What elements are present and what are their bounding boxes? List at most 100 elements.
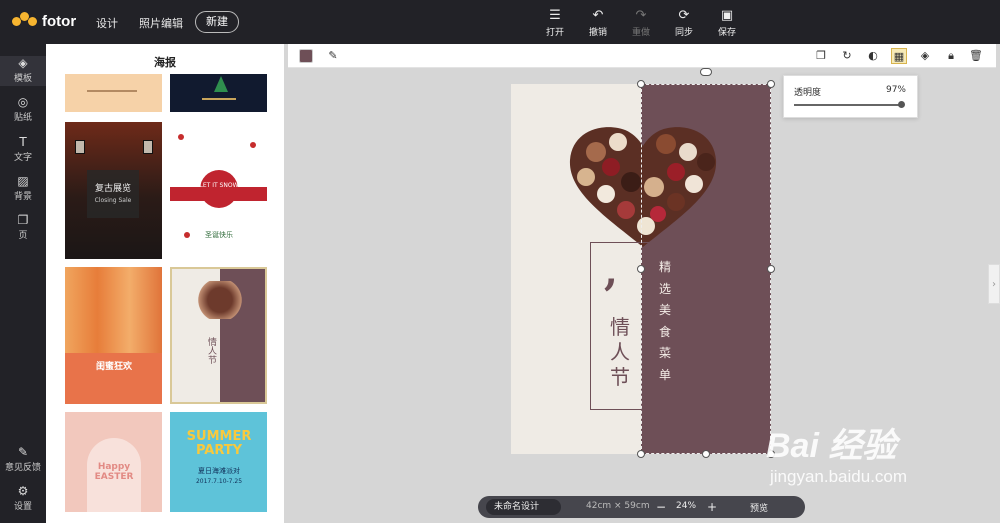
tree-icon <box>214 76 228 92</box>
chevron-right-icon[interactable]: › <box>988 264 1000 304</box>
berry-decor <box>250 142 256 148</box>
copy-icon[interactable]: ❐ <box>813 48 829 64</box>
template-title: Happy EASTER <box>94 462 134 482</box>
template-subtitle: Closing Sale <box>94 197 132 204</box>
title-char: 人 <box>610 340 630 364</box>
watermark-main: Bai 经验 <box>766 427 897 465</box>
undo-icon: ↶ <box>592 8 604 23</box>
nav-background[interactable]: ▨ 背景 <box>0 174 46 202</box>
fotor-logo[interactable]: fotor <box>12 12 76 30</box>
chocolate-heart-image <box>196 281 244 319</box>
opacity-label: 透明度 <box>794 88 822 98</box>
logo-mark-icon <box>12 12 38 30</box>
template-subtitle: 圣诞快乐 <box>205 231 233 239</box>
text-icon: T <box>19 135 27 149</box>
panel-title: 海报 <box>154 56 176 69</box>
pen-icon[interactable]: ✎ <box>325 48 341 64</box>
nav-templates-label: 模板 <box>13 74 32 84</box>
open-button[interactable]: ☰ 打开 <box>537 9 573 39</box>
layers-icon: ◈ <box>18 56 28 70</box>
resize-handle-right[interactable] <box>767 265 775 273</box>
quote-mark[interactable]: , <box>604 252 618 292</box>
sync-button[interactable]: ⟳ 同步 <box>666 8 702 39</box>
canvas-size: 42cm × 59cm <box>586 501 650 511</box>
template-title: 情人节 <box>206 337 216 364</box>
canvas-toolbar: ✎ ❐ ↻ ◐ ▦ ◈ 🔒︎ 🗑︎ <box>288 44 996 68</box>
template-subtitle: 夏日海滩派对 <box>198 467 240 475</box>
nav-settings[interactable]: ⚙ 设置 <box>0 484 46 512</box>
logo-text: fotor <box>42 12 77 30</box>
new-button[interactable]: 新建 <box>195 11 239 33</box>
template-snow[interactable]: LET IT SNOW 圣诞快乐 <box>170 122 267 259</box>
opacity-slider-fill <box>794 104 901 106</box>
design-name-field[interactable]: 未命名设计 <box>486 499 561 515</box>
template-title: SUMMER PARTY <box>186 429 252 458</box>
template-christmas-dark[interactable] <box>170 74 267 112</box>
nav-stickers[interactable]: ◎ 贴纸 <box>0 95 46 123</box>
valentine-title[interactable]: 情 人 节 <box>606 315 634 390</box>
template-clothing[interactable]: 闺蜜狂欢 <box>65 267 162 404</box>
resize-handle-bottom[interactable] <box>702 450 710 458</box>
berry-decor <box>178 134 184 140</box>
template-easter[interactable]: Happy EASTER <box>65 412 162 512</box>
nav-page[interactable]: ❐ 页 <box>0 213 46 241</box>
save-icon: ▣ <box>720 8 734 23</box>
undo-button[interactable]: ↶ 撤销 <box>580 8 616 39</box>
template-title: 复古展览 <box>94 184 131 194</box>
template-beige[interactable] <box>65 74 162 112</box>
redo-icon: ↷ <box>635 8 647 23</box>
caption-box <box>87 170 139 218</box>
sync-label: 同步 <box>674 28 693 38</box>
nav-design[interactable]: 设计 <box>96 15 118 31</box>
left-nav: ◈ 模板 ◎ 贴纸 T 文字 ▨ 背景 ❐ 页 ✎ 意见反馈 ⚙ 设置 <box>0 44 46 523</box>
top-bar: fotor 设计 照片编辑 新建 ☰ 打开 ↶ 撤销 ↷ 重做 ⟳ 同步 ▣ 保… <box>0 0 1000 44</box>
resize-handle-bottom-left[interactable] <box>637 450 645 458</box>
sticker-icon: ◎ <box>17 95 29 109</box>
nav-feedback[interactable]: ✎ 意见反馈 <box>0 445 46 473</box>
transparency-icon[interactable]: ▦ <box>891 48 907 64</box>
page-icon: ❐ <box>17 213 29 227</box>
opacity-slider[interactable] <box>794 101 905 108</box>
opacity-popup: 透明度 97% <box>783 75 918 118</box>
selection-box <box>641 84 771 454</box>
zoom-out-button[interactable]: − <box>656 499 666 515</box>
sync-icon: ⟳ <box>678 8 690 23</box>
nav-text[interactable]: T 文字 <box>0 135 46 163</box>
fill-color-swatch[interactable] <box>299 49 313 63</box>
template-title: LET IT SNOW <box>199 182 239 189</box>
template-valentine[interactable]: 情人节 <box>170 267 267 404</box>
zoom-level: 24% <box>676 501 697 511</box>
baidu-watermark: Bai 经验 jingyan.baidu.com <box>766 418 907 487</box>
preview-button[interactable]: 预览 <box>750 501 768 514</box>
resize-handle-top-right[interactable] <box>767 80 775 88</box>
template-summer-party[interactable]: SUMMER PARTY 夏日海滩派对 2017.7.10-7.25 <box>170 412 267 512</box>
lock-icon[interactable]: 🔒︎ <box>943 48 959 64</box>
open-label: 打开 <box>545 28 564 38</box>
title-char: 情 <box>610 315 630 339</box>
zoom-in-button[interactable]: + <box>707 499 717 515</box>
nav-templates[interactable]: ◈ 模板 <box>0 56 46 86</box>
rotate-handle[interactable] <box>700 68 712 76</box>
layers-icon[interactable]: ◈ <box>917 48 933 64</box>
resize-handle-top-left[interactable] <box>637 80 645 88</box>
title-char: 节 <box>610 365 630 389</box>
nav-feedback-label: 意见反馈 <box>4 463 41 473</box>
undo-label: 撤销 <box>588 28 607 38</box>
nav-background-label: 背景 <box>13 192 32 202</box>
gear-icon: ⚙ <box>17 484 29 498</box>
nav-page-label: 页 <box>18 231 28 241</box>
redo-label: 重做 <box>631 28 650 38</box>
redo-button[interactable]: ↷ 重做 <box>623 8 659 39</box>
flip-icon[interactable]: ◐ <box>865 48 881 64</box>
opacity-slider-knob[interactable] <box>897 101 905 108</box>
watermark-sub: jingyan.baidu.com <box>770 467 908 486</box>
trash-icon[interactable]: 🗑︎ <box>968 48 984 64</box>
clothes-photo <box>65 267 162 353</box>
nav-settings-label: 设置 <box>13 502 32 512</box>
resize-handle-left[interactable] <box>637 265 645 273</box>
nav-text-label: 文字 <box>13 153 32 163</box>
save-button[interactable]: ▣ 保存 <box>709 8 745 39</box>
nav-photo-edit[interactable]: 照片编辑 <box>139 15 183 31</box>
rotate-icon[interactable]: ↻ <box>839 48 855 64</box>
template-exhibition[interactable]: 复古展览 Closing Sale <box>65 122 162 259</box>
